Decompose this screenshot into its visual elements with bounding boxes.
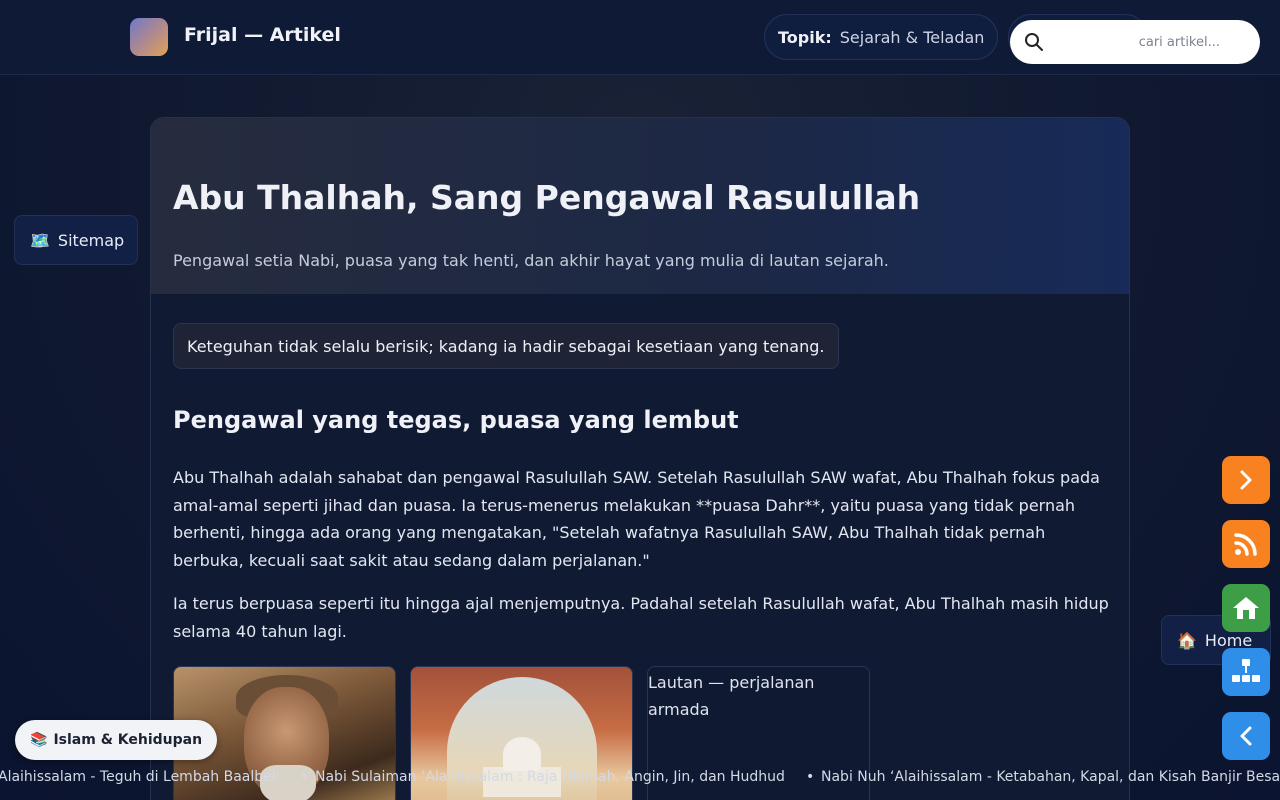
brand-title[interactable]: Frijal — Artikel [184,24,341,46]
sitemap-label: Sitemap [57,230,125,250]
search-icon [1025,33,1043,51]
ticker-bullet: • [806,769,815,785]
article-subtitle: Pengawal setia Nabi, puasa yang tak hent… [173,251,889,270]
home-fab-button[interactable] [1222,584,1270,632]
home-label: Home [1204,630,1253,650]
article-card: Abu Thalhah, Sang Pengawal Rasulullah Pe… [150,117,1130,800]
ticker-bullet: • [300,769,309,785]
search-input[interactable] [1054,26,1250,58]
top-bar: Frijal — Artikel Topik: Sejarah & Telada… [0,0,1280,75]
home-emoji-icon: 🏠 [1177,630,1197,650]
paragraph-2: Ia terus berpuasa seperti itu hingga aja… [173,594,1109,641]
paragraph-1: Abu Thalhah adalah sahabat dan pengawal … [173,468,1100,570]
topic-key: Topik: [778,27,832,47]
article-quote: Keteguhan tidak selalu berisik; kadang i… [173,323,839,369]
topic-value: Sejarah & Teladan [839,27,985,47]
category-label: Islam & Kehidupan [53,732,203,748]
back-button[interactable] [1222,712,1270,760]
next-button[interactable] [1222,456,1270,504]
map-icon: 🗺️ [30,230,50,250]
dome-shape [503,737,541,771]
ticker-item[interactable]: Alaihissalam - Teguh di Lembah Baalbek [0,769,280,785]
section-heading: Pengawal yang tegas, puasa yang lembut [173,406,739,434]
books-icon: 📚 [30,732,48,748]
search-box[interactable] [1010,20,1260,64]
home-icon [1233,597,1259,619]
chevron-right-icon [1240,470,1252,490]
rss-button[interactable] [1222,520,1270,568]
article-title: Abu Thalhah, Sang Pengawal Rasulullah [173,178,921,217]
sitemap-fab-button[interactable] [1222,648,1270,696]
sitemap-button[interactable]: 🗺️ Sitemap [14,215,138,265]
chevron-left-icon [1240,726,1252,746]
article-header: Abu Thalhah, Sang Pengawal Rasulullah Pe… [151,118,1129,294]
news-ticker: Alaihissalam - Teguh di Lembah Baalbek •… [0,767,1280,789]
logo[interactable] [130,18,168,56]
ticker-item[interactable]: Nabi Sulaiman ‘Alaihissalam : Raja Hikma… [315,769,785,785]
topic-pill[interactable]: Topik: Sejarah & Teladan [764,14,999,60]
ticker-item[interactable]: Nabi Nuh ‘Alaihissalam - Ketabahan, Kapa… [821,769,1280,785]
image-alt-text: Lautan — perjalanan armada [648,673,815,719]
sitemap-icon [1232,659,1260,682]
category-chip[interactable]: 📚 Islam & Kehidupan [15,720,218,760]
rss-icon [1234,533,1257,556]
